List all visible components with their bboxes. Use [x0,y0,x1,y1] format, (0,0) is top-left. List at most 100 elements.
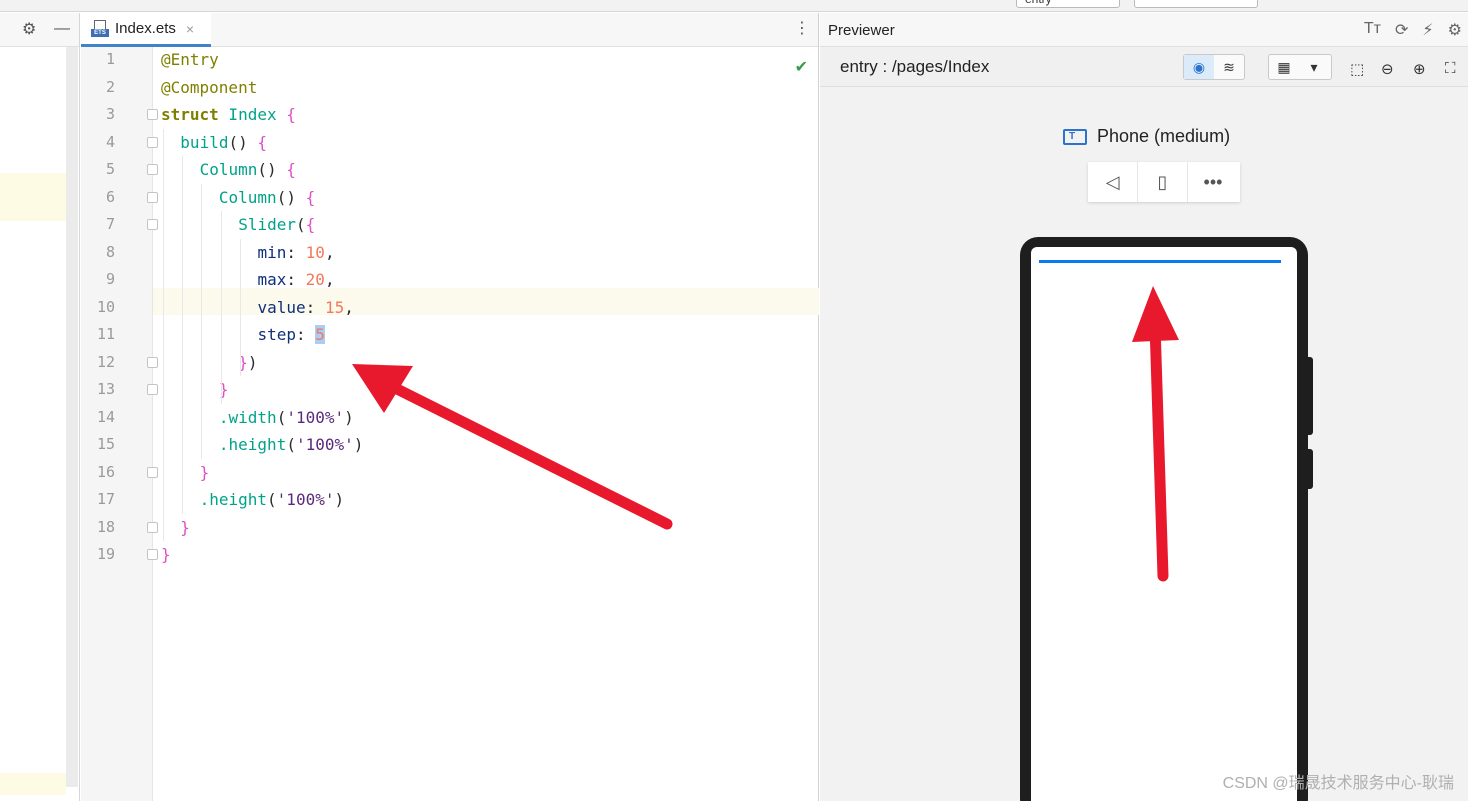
line-number: 19 [96,545,115,563]
code-token: : [305,297,325,317]
code-line[interactable]: } [153,459,819,487]
code-token: { [286,160,296,179]
code-line[interactable]: .height('100%') [153,486,819,514]
code-token: 5 [315,325,325,344]
code-line[interactable]: } [153,541,819,569]
device-selector[interactable] [1134,0,1258,8]
code-token: } [180,517,190,537]
device-control-bar: ◁ ▯ ••• [1088,162,1240,202]
device-name: Phone (medium) [1097,126,1231,146]
tree-row[interactable] [0,773,66,795]
code-line[interactable]: .width('100%') [153,404,819,432]
code-token: } [199,462,210,482]
code-token: build [180,132,229,152]
code-token: min [257,242,287,262]
code-line[interactable]: build() { [153,129,819,157]
run-config-label: entry [1025,0,1052,6]
line-number: 12 [96,352,115,371]
code-token: '100%' [286,407,345,427]
line-number: 13 [96,380,115,398]
line-number: 7 [105,215,115,233]
code-token: 10 [305,242,325,262]
chevron-down-icon: ▾ [1310,58,1318,75]
previewer-header: Previewer Tт ⟳ ⚡ ⚙ [820,13,1468,47]
line-number: 10 [96,297,115,316]
more-icon[interactable]: ••• [1188,162,1238,202]
slider-track[interactable] [1039,260,1281,263]
gear-icon[interactable]: ⚙ [1448,20,1462,40]
code-token: : [286,270,306,289]
code-token: () [276,187,306,207]
code-token: step [257,325,297,344]
back-icon[interactable]: ◁ [1088,162,1138,202]
code-token: ) [344,407,354,427]
code-token: : [296,325,316,344]
code-area[interactable]: @Entry @Component struct Index {build() {C… [153,47,819,801]
indent-guide [182,156,183,514]
more-options-icon[interactable]: ⋮ [794,21,810,37]
previewer-toolbar: entry : /pages/Index ◉ ≋ ▦ ▾ ⬚ ⊖ ⊕ ⛶ [820,47,1468,87]
rotate-device-icon[interactable]: ▯ [1138,162,1188,202]
code-line[interactable]: } [153,376,819,404]
phone-screen [1031,247,1297,801]
layout-select[interactable]: ▦ ▾ [1268,54,1332,80]
gear-icon[interactable]: ⚙ [22,22,36,38]
phone-frame [1020,237,1313,801]
code-token: { [257,132,268,152]
code-line[interactable]: @Component [153,74,819,102]
tab-index-ets[interactable]: ETS Index.ets × [81,13,211,47]
code-line[interactable]: Column() { [153,156,819,184]
code-token: ( [286,435,296,454]
code-token: , [324,242,335,262]
refresh-icon[interactable]: ⟳ [1395,20,1408,40]
code-line[interactable]: struct Index { [153,101,819,129]
project-scrollbar[interactable] [66,47,78,787]
code-token: ) [247,352,258,372]
code-line[interactable]: .height('100%') [153,431,819,459]
power-button [1307,449,1313,489]
code-line[interactable]: Slider({ [153,211,819,239]
code-token: : [286,242,306,262]
code-line[interactable]: Column() { [153,184,819,212]
zoom-in-icon[interactable]: ⊕ [1413,60,1426,78]
run-config-selector[interactable]: entry [1016,0,1120,8]
indent-guide [163,128,164,541]
zoom-out-icon[interactable]: ⊖ [1381,60,1394,78]
code-token: 20 [305,270,325,289]
layers-icon[interactable]: ≋ [1214,55,1244,79]
line-number: 16 [96,462,115,481]
close-icon[interactable]: × [186,21,194,37]
device-type-icon: T [1063,128,1087,145]
code-token: () [228,132,258,152]
code-token: 15 [324,297,345,317]
plug-icon[interactable]: ⚡ [1422,20,1433,40]
code-token: @Entry [161,50,219,69]
code-line[interactable]: }) [153,349,819,377]
code-line[interactable]: value: 15, [153,294,819,322]
no-errors-check-icon: ✔ [794,59,808,76]
watermark: CSDN @瑞晟技术服务中心-耿瑞 [1222,775,1454,792]
inspector-icon[interactable]: ◉ [1184,55,1214,79]
minimize-icon[interactable]: — [54,21,70,37]
code-line[interactable]: } [153,514,819,542]
code-token: Column [199,160,258,179]
code-token: max [257,270,287,289]
font-size-icon[interactable]: Tт [1364,20,1381,40]
code-line[interactable]: @Entry [153,46,819,74]
code-token: ( [267,490,277,509]
code-token: { [286,105,296,124]
line-number-gutter: 1 2 3 4 5 6 7 8 9 10 11 12 13 14 15 16 17 18 19 [81,47,158,801]
code-token: .height [199,490,268,509]
code-line[interactable]: min: 10, [153,239,819,267]
fullscreen-icon[interactable]: ⛶ [1445,60,1456,77]
code-line[interactable]: max: 20, [153,266,819,294]
line-number: 6 [105,187,115,206]
indent-guide [240,238,241,376]
code-line[interactable]: step: 5 [153,321,819,349]
code-token: Slider [238,215,296,234]
previewer-panel: Previewer Tт ⟳ ⚡ ⚙ entry : /pages/Index … [820,13,1468,801]
fit-frame-icon[interactable]: ⬚ [1350,60,1364,78]
code-token: Index [218,105,287,124]
slider-fill [1039,260,1281,263]
inspector-toggle-group: ◉ ≋ [1183,54,1245,80]
